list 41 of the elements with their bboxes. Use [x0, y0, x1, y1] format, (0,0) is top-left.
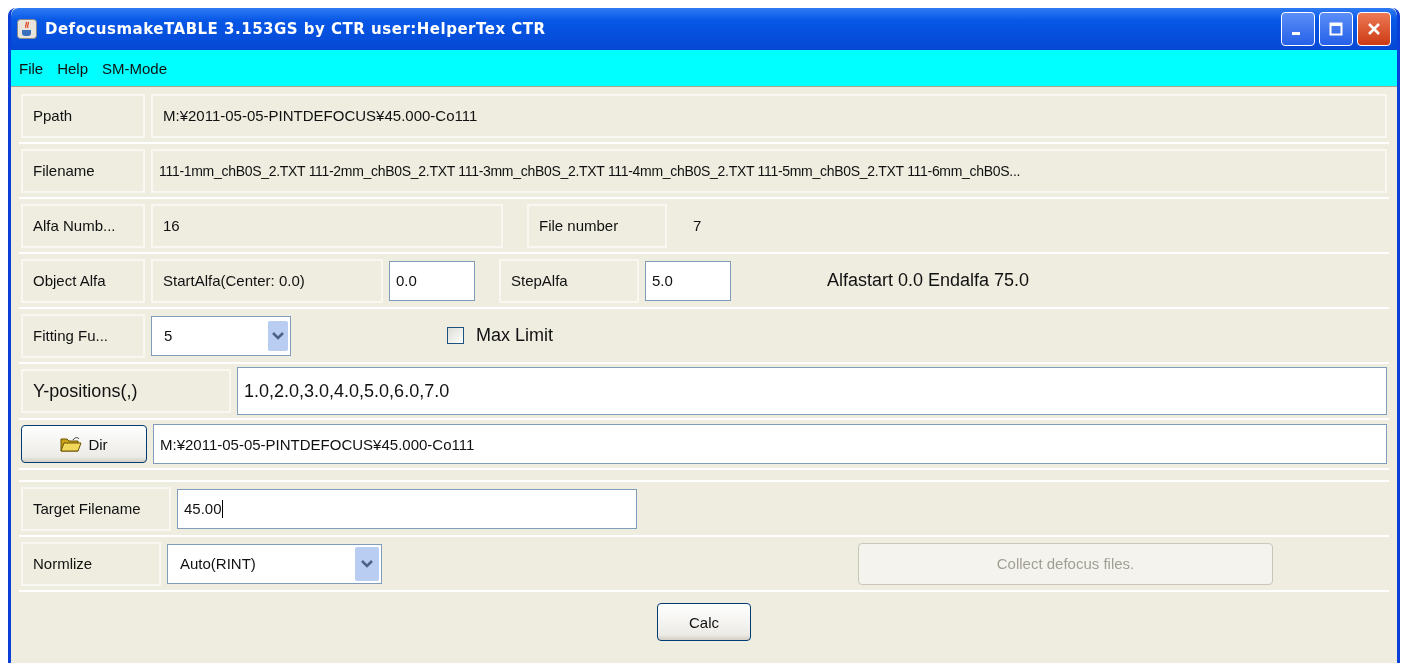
chevron-down-icon [268, 320, 288, 351]
step-alfa-field[interactable]: 5.0 [645, 260, 731, 301]
calc-button[interactable]: Calc [657, 603, 751, 641]
maximize-icon [1329, 22, 1343, 36]
menu-item[interactable]: File [19, 59, 44, 77]
coffee-cup-icon [17, 19, 37, 39]
y-positions-field[interactable]: 1.0,2.0,3.0,4.0,5.0,6.0,7.0 [237, 367, 1387, 415]
minimize-icon [1292, 31, 1300, 35]
dir-button[interactable]: Dir [21, 425, 147, 463]
chevron-down-icon [355, 546, 379, 581]
normalize-dropdown[interactable]: Auto(RINT) [167, 543, 382, 584]
start-alfa-label: StartAlfa(Center: 0.0) [151, 258, 383, 303]
max-limit-checkbox[interactable]: Max Limit [447, 325, 553, 346]
folder-icon [60, 435, 83, 453]
fitting-label: Fitting Fu... [21, 313, 145, 358]
ppath-label: Ppath [21, 93, 145, 138]
window-title: DefocusmakeTABLE 3.153GS by CTR user:HelperTex CTR [45, 20, 546, 38]
checkbox[interactable] [447, 327, 464, 344]
close-button[interactable] [1357, 12, 1391, 46]
alfa-range-text: Alfastart 0.0 Endalfa 75.0 [826, 270, 1031, 291]
file-number-value: 7 [692, 217, 703, 234]
filename-label: Filename [21, 148, 145, 193]
normalize-label: Normlize [21, 541, 161, 586]
start-alfa-field[interactable]: 0.0 [389, 260, 475, 301]
close-icon [1367, 22, 1381, 36]
minimize-button[interactable] [1281, 12, 1315, 46]
fitting-dropdown[interactable]: 5 [151, 315, 291, 356]
dir-path-field[interactable]: M:¥2011-05-05-PINTDEFOCUS¥45.000-Co111 [153, 424, 1387, 464]
maximize-button[interactable] [1319, 12, 1353, 46]
file-number-label: File number [527, 203, 667, 248]
menu-item[interactable]: Help [57, 59, 89, 77]
menu-item[interactable]: SM-Mode [102, 59, 168, 77]
object-alfa-label: Object Alfa [21, 258, 145, 303]
y-positions-label: Y-positions(,) [21, 369, 231, 413]
target-filename-field[interactable]: 45.00 [177, 488, 637, 529]
ppath-value: M:¥2011-05-05-PINTDEFOCUS¥45.000-Co111 [151, 93, 1387, 138]
alfa-number-value: 16 [151, 203, 503, 248]
alfa-number-label: Alfa Numb... [21, 203, 145, 248]
target-filename-label: Target Filename [21, 486, 171, 531]
step-alfa-label: StepAlfa [499, 258, 639, 303]
filename-value: 111-1mm_chB0S_2.TXT 111-2mm_chB0S_2.TXT 111-3mm_chB0S_2.TXT 111-4mm_chB0S_2.TXT 111-5mm_chB0S_2.TXT 111-6mm_chB0S... [151, 148, 1387, 193]
